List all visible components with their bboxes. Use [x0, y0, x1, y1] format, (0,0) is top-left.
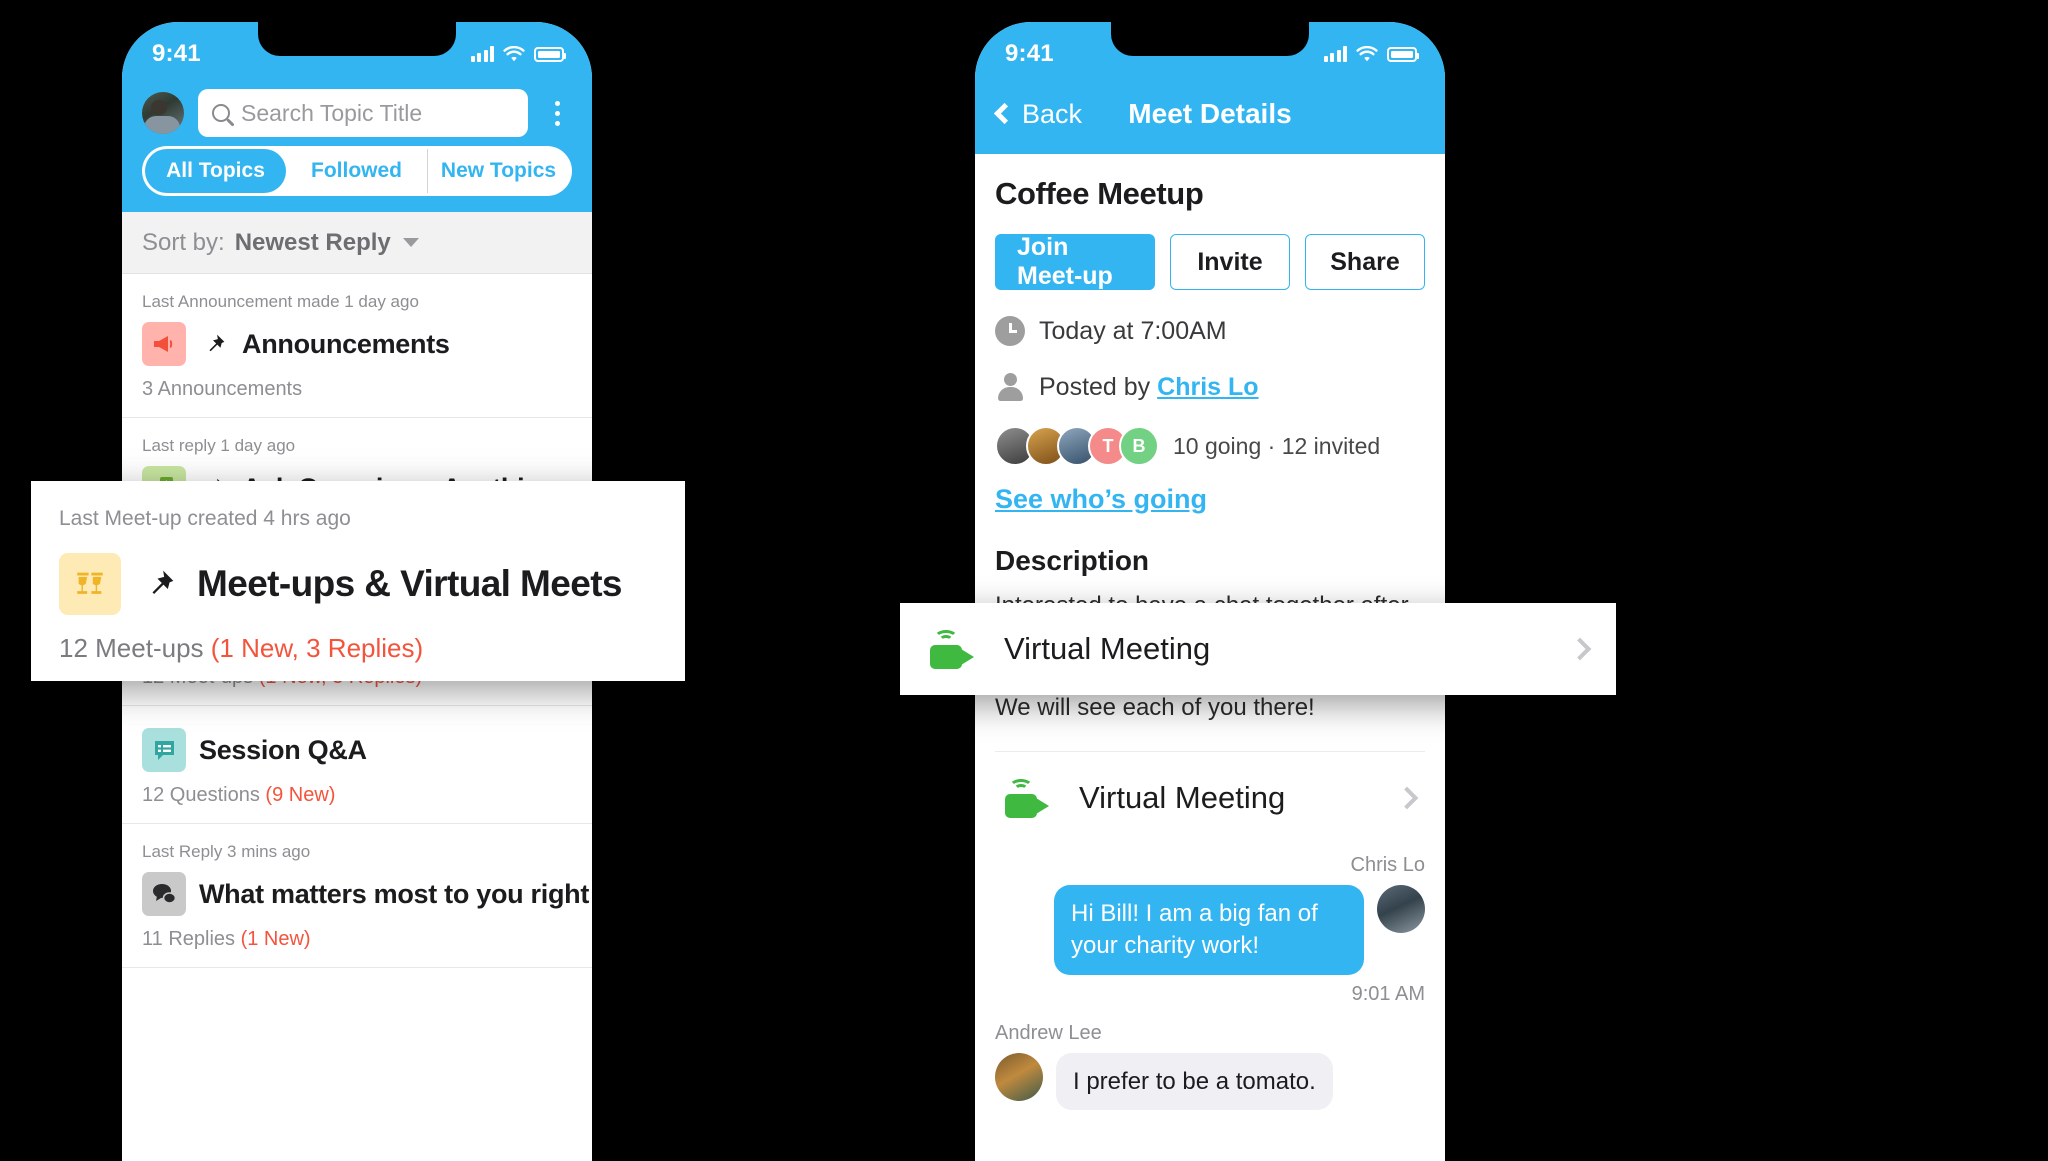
topic-meta: Last Reply 3 mins ago [142, 842, 311, 861]
avatar [995, 1052, 1043, 1101]
topic-meta: Last reply 1 day ago [142, 436, 296, 455]
chat-sender-name: Chris Lo [1350, 854, 1425, 877]
battery-icon [1387, 46, 1419, 62]
chevron-right-icon [1395, 786, 1419, 810]
chat-bubble: Hi Bill! I am a big fan of your charity … [1054, 885, 1364, 975]
cellular-signal-icon [1323, 46, 1347, 62]
invite-button[interactable]: Invite [1170, 234, 1290, 290]
chat-timestamp: 9:01 AM [1351, 982, 1425, 1005]
phone-notch [258, 22, 456, 56]
person-icon [995, 372, 1025, 402]
topic-title: Announcements [242, 328, 450, 359]
phone-right: 9:41 Back Meet Details Coffee Meetup Joi… [975, 22, 1445, 1161]
search-input[interactable]: Search Topic Title [198, 89, 528, 137]
callout-sub: 12 Meet-ups (1 New, 3 Replies) [59, 633, 424, 663]
posted-by-row: Posted by Chris Lo [995, 372, 1425, 402]
back-label: Back [1022, 98, 1083, 129]
avatar-initial-b: B [1119, 426, 1159, 466]
chevron-right-icon [1568, 637, 1592, 661]
kebab-menu-icon[interactable] [542, 100, 572, 126]
topic-title: Session Q&A [199, 734, 367, 765]
meet-time: Today at 7:00AM [1039, 316, 1227, 345]
people-icon [59, 553, 121, 615]
list-bubble-icon [142, 728, 186, 772]
pin-icon [139, 567, 179, 602]
topic-badge: (1 New) [240, 928, 311, 950]
nav-bar: Back Meet Details [975, 74, 1445, 154]
tab-all-topics[interactable]: All Topics [145, 149, 286, 193]
cellular-signal-icon [470, 46, 494, 62]
search-header: Search Topic Title [122, 74, 592, 146]
topic-row-what-matters[interactable]: Last Reply 3 mins ago What matters most … [122, 824, 592, 968]
wifi-icon [1356, 45, 1378, 61]
topic-meta: Last Announcement made 1 day ago [142, 292, 419, 311]
topic-sub: 11 Replies (1 New) [142, 928, 311, 950]
avatar [1377, 885, 1425, 934]
attendees-count: 10 going · 12 invited [1173, 432, 1381, 459]
status-time: 9:41 [152, 40, 201, 67]
phone-notch [1111, 22, 1309, 56]
description-heading: Description [995, 545, 1150, 576]
battery-icon [534, 46, 566, 62]
wifi-icon [503, 45, 525, 61]
avatar-stack[interactable]: T B [995, 426, 1159, 466]
topic-badge: (9 New) [265, 784, 336, 806]
virtual-meeting-row[interactable]: Virtual Meeting [995, 751, 1425, 844]
virtual-meeting-label: Virtual Meeting [1079, 780, 1286, 816]
status-indicators [1323, 45, 1419, 63]
callout-meta: Last Meet-up created 4 hrs ago [59, 507, 351, 530]
posted-by-label: Posted by [1039, 372, 1158, 401]
sort-value: Newest Reply [234, 228, 391, 256]
callout-virtual-meeting-card[interactable]: Virtual Meeting [900, 603, 1616, 695]
callout-badge: (1 New, 3 Replies) [210, 633, 424, 663]
clock-icon [995, 316, 1025, 346]
topic-row-session-qa[interactable]: Session Q&A 12 Questions (9 New) [122, 706, 592, 824]
callout-meetups-card[interactable]: Last Meet-up created 4 hrs ago Meet-ups … [31, 481, 685, 681]
chat-thread: Chris Lo Hi Bill! I am a big fan of your… [975, 844, 1445, 1111]
topic-sub: 12 Questions (9 New) [142, 784, 336, 806]
pin-icon [199, 332, 229, 357]
topic-sub: 3 Announcements [142, 378, 303, 400]
chat-sender-name: Andrew Lee [995, 1021, 1102, 1044]
tab-new-topics[interactable]: New Topics [427, 149, 569, 193]
tab-followed[interactable]: Followed [286, 149, 427, 193]
meet-time-row: Today at 7:00AM [995, 316, 1425, 346]
callout-virtual-label: Virtual Meeting [1004, 631, 1211, 666]
tab-bar: All Topics Followed New Topics [122, 146, 592, 212]
chat-bubbles-icon [142, 872, 186, 916]
meet-title: Coffee Meetup [995, 176, 1204, 211]
join-meetup-button[interactable]: Join Meet-up [995, 233, 1155, 290]
chat-bubble: I prefer to be a tomato. [1056, 1052, 1333, 1111]
chevron-down-icon [402, 238, 419, 247]
chat-message-out: Hi Bill! I am a big fan of your charity … [995, 885, 1425, 975]
status-indicators [470, 45, 566, 63]
megaphone-icon [142, 322, 186, 366]
chevron-left-icon [993, 102, 1016, 125]
status-time: 9:41 [1005, 40, 1054, 67]
meet-details-body: Coffee Meetup Join Meet-up Invite Share … [975, 154, 1445, 845]
user-avatar[interactable] [142, 92, 184, 134]
search-icon [212, 104, 230, 122]
callout-title: Meet-ups & Virtual Meets [197, 563, 623, 604]
sort-bar[interactable]: Sort by: Newest Reply [122, 212, 592, 274]
search-placeholder: Search Topic Title [241, 99, 423, 126]
see-whos-going-link[interactable]: See who’s going [995, 484, 1207, 515]
video-camera-icon [1005, 778, 1053, 819]
topic-row-announcements[interactable]: Last Announcement made 1 day ago Announc… [122, 274, 592, 418]
action-buttons: Join Meet-up Invite Share [995, 233, 1425, 290]
posted-by-link[interactable]: Chris Lo [1157, 373, 1258, 401]
sort-label: Sort by: [142, 228, 225, 256]
video-camera-icon [930, 629, 978, 669]
topic-title: What matters most to you right now? [199, 878, 592, 909]
chat-message-in: I prefer to be a tomato. [995, 1052, 1425, 1111]
attendees-row: T B 10 going · 12 invited [995, 426, 1425, 466]
share-button[interactable]: Share [1305, 234, 1425, 290]
back-button[interactable]: Back [993, 98, 1083, 130]
